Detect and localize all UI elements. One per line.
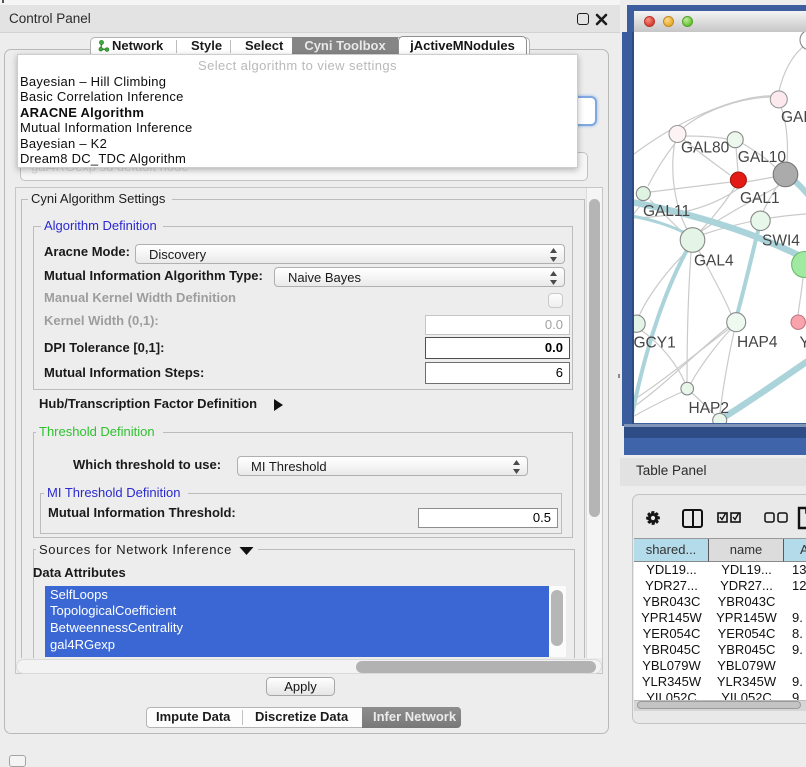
svg-text:SWI4: SWI4 (762, 233, 800, 250)
svg-text:HAP2: HAP2 (689, 400, 730, 417)
svg-text:GCY1: GCY1 (634, 335, 676, 352)
svg-text:GAL80: GAL80 (681, 140, 730, 157)
svg-text:GAL10: GAL10 (738, 149, 787, 166)
svg-text:GAL11: GAL11 (643, 203, 690, 220)
svg-text:GAL1: GAL1 (740, 190, 780, 207)
svg-text:YEL0: YEL0 (800, 335, 806, 352)
svg-text:GAL7: GAL7 (781, 109, 806, 126)
svg-text:HAP4: HAP4 (737, 334, 778, 351)
svg-text:GAL4: GAL4 (694, 253, 734, 270)
